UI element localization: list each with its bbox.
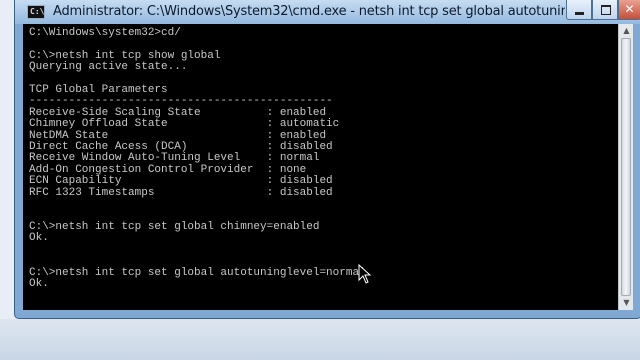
maximize-icon [601,5,611,15]
scroll-down-icon[interactable]: ▼ [620,296,633,310]
maximize-button[interactable] [592,0,618,20]
minimize-button[interactable] [566,0,592,20]
vertical-scrollbar[interactable]: ▲ ▼ [618,24,633,310]
close-icon: ✕ [624,2,635,16]
console-area[interactable]: C:\Windows\system32>cd/ C:\>netsh int tc… [23,24,633,310]
cmd-window: C:\ Administrator: C:\Windows\System32\c… [14,0,640,319]
console-output: C:\Windows\system32>cd/ C:\>netsh int tc… [29,27,366,290]
close-button[interactable]: ✕ [618,0,640,20]
desktop-background [0,319,640,360]
cmd-icon[interactable]: C:\ [27,5,45,19]
title-bar[interactable]: C:\ Administrator: C:\Windows\System32\c… [15,0,640,24]
window-title: Administrator: C:\Windows\System32\cmd.e… [53,4,565,19]
scrollbar-thumb[interactable] [621,38,631,296]
minimize-icon [575,12,584,15]
scroll-up-icon[interactable]: ▲ [620,24,633,38]
mouse-pointer-icon [358,264,372,284]
